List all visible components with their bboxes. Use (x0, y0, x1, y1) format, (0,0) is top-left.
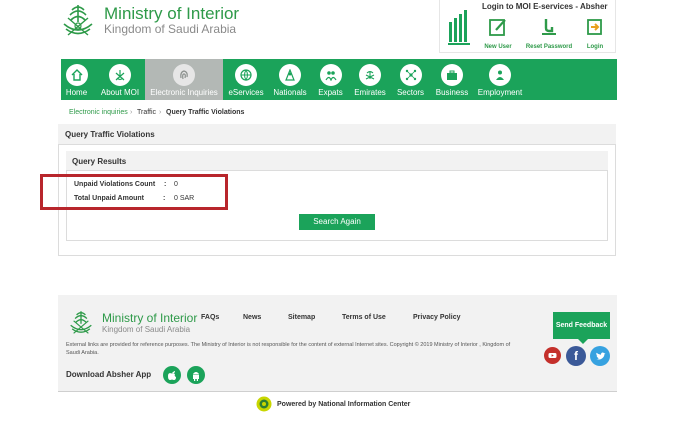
nav-item-nationals[interactable]: Nationals (270, 59, 310, 100)
powered-by-text: Powered by National Information Center (277, 401, 411, 408)
nav-label-about-moi: About MOI (100, 88, 140, 97)
breadcrumb-separator-icon: › (130, 109, 133, 116)
footer-ministry-title: Ministry of Interior (102, 311, 198, 325)
footer-disclaimer: External links are provided for referenc… (66, 342, 511, 356)
breadcrumb-traffic[interactable]: Traffic (137, 109, 156, 116)
login-panel-title: Login to MOI E-services - Absher (482, 2, 608, 11)
search-again-button[interactable]: Search Again (299, 214, 375, 230)
nav-label-employment: Employment (477, 88, 523, 97)
nav-label-emirates: Emirates (354, 88, 386, 97)
globe-icon (235, 64, 257, 86)
network-icon (399, 64, 422, 86)
footer-ministry-subtitle: Kingdom of Saudi Arabia (102, 325, 191, 334)
breadcrumb-current-page: Query Traffic Violations (166, 109, 245, 116)
ministry-title: Ministry of Interior (104, 4, 240, 23)
youtube-icon[interactable] (544, 347, 561, 364)
nav-label-sectors: Sectors (396, 88, 425, 97)
login-icon (587, 19, 602, 35)
footer-link-privacy-policy[interactable]: Privacy Policy (413, 314, 460, 321)
fingerprint-icon (173, 64, 195, 86)
twitter-icon[interactable] (590, 346, 610, 366)
palm-emblem-icon (359, 64, 381, 86)
footer-divider (58, 391, 617, 392)
absher-logo-icon (448, 10, 470, 45)
nic-logo-icon (256, 396, 272, 412)
login-label: Login (586, 44, 604, 50)
nav-item-sectors[interactable]: Sectors (393, 59, 428, 100)
results-panel-header (66, 151, 608, 171)
nav-label-expats: Expats (318, 88, 343, 97)
nav-label-home: Home (65, 88, 88, 97)
employee-icon (489, 64, 511, 86)
nav-item-eservices[interactable]: eServices (226, 59, 266, 100)
home-icon (65, 64, 88, 86)
reset-password-icon (542, 19, 556, 35)
people-icon (319, 64, 342, 86)
breadcrumb-separator-icon: › (159, 109, 162, 116)
breadcrumb-electronic-inquiries[interactable]: Electronic inquiries (69, 109, 128, 116)
footer-link-faqs[interactable]: FAQs (201, 314, 219, 321)
nav-item-emirates[interactable]: Emirates (352, 59, 388, 100)
ministry-emblem-logo[interactable] (58, 2, 98, 40)
nav-item-about-moi[interactable]: About MOI (95, 59, 145, 100)
apple-store-icon[interactable] (163, 366, 181, 384)
nav-item-home[interactable]: Home (61, 59, 92, 100)
footer-link-terms-of-use[interactable]: Terms of Use (342, 314, 386, 321)
nav-label-eservices: eServices (228, 88, 264, 97)
footer-link-sitemap[interactable]: Sitemap (288, 314, 315, 321)
android-store-icon[interactable] (187, 366, 205, 384)
ministry-subtitle: Kingdom of Saudi Arabia (104, 22, 237, 36)
reset-password-button[interactable]: Reset Password (524, 17, 574, 50)
page-title: Query Traffic Violations (65, 130, 155, 139)
nav-item-expats[interactable]: Expats (314, 59, 347, 100)
footer-link-news[interactable]: News (243, 314, 261, 321)
nav-label-nationals: Nationals (273, 88, 307, 97)
new-user-button[interactable]: New User (473, 17, 523, 50)
nav-item-business[interactable]: Business (433, 59, 471, 100)
footer-emblem-logo[interactable] (66, 309, 96, 337)
new-user-icon (489, 19, 506, 36)
feedback-pointer (578, 339, 588, 344)
briefcase-icon (441, 64, 463, 86)
send-feedback-button[interactable]: Send Feedback (553, 312, 610, 339)
reset-password-label: Reset Password (525, 44, 573, 50)
facebook-icon[interactable]: f (566, 346, 586, 366)
nav-item-electronic-inquiries[interactable]: Electronic Inquiries (145, 59, 223, 100)
login-button[interactable]: Login (570, 17, 620, 50)
nav-item-employment[interactable]: Employment (476, 59, 524, 100)
results-title: Query Results (72, 157, 127, 166)
nav-label-electronic-inquiries: Electronic Inquiries (150, 88, 218, 97)
nav-label-business: Business (435, 88, 469, 97)
highlight-annotation-box (40, 174, 228, 210)
person-icon (279, 64, 301, 86)
new-user-label: New User (484, 44, 512, 50)
download-app-label: Download Absher App (66, 370, 152, 379)
emblem-icon (109, 64, 131, 86)
